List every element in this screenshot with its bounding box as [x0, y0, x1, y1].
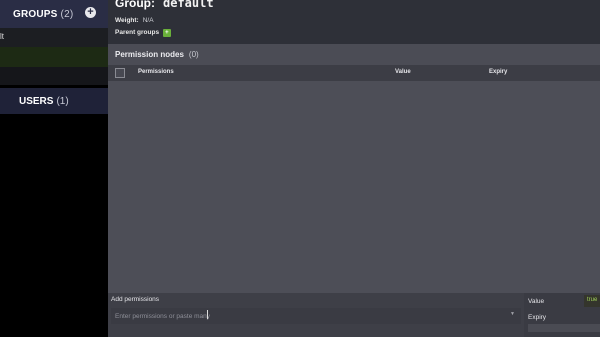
group-header: Group: default Weight: N/A Parent groups +	[108, 0, 600, 44]
permissions-title: Permission nodes (0)	[115, 50, 199, 59]
chevron-down-icon[interactable]: ▼	[510, 311, 515, 317]
permission-input[interactable]	[111, 308, 521, 324]
expiry-input[interactable]	[528, 324, 600, 332]
parents-line: Parent groups +	[115, 29, 171, 37]
group-item-default[interactable]: lt	[0, 28, 108, 47]
text-caret	[207, 310, 208, 319]
column-value[interactable]: Value	[395, 69, 411, 75]
permissions-panel: Permission nodes (0) Permissions Value Ex…	[108, 44, 600, 293]
group-list-spacer	[0, 67, 108, 85]
group-name: default	[163, 0, 214, 10]
permissions-title-label: Permission nodes	[115, 50, 184, 59]
groups-header[interactable]: GROUPS (2) +	[0, 0, 108, 28]
users-count: (1)	[56, 96, 69, 107]
groups-title: GROUPS (2)	[13, 9, 73, 20]
value-toggle[interactable]: true	[584, 295, 600, 307]
select-all-checkbox[interactable]	[115, 68, 125, 78]
sidebar: GROUPS (2) + lt USERS (1)	[0, 0, 108, 337]
weight-label: Weight:	[115, 17, 139, 24]
page-title: Group: default	[115, 0, 214, 10]
expiry-label: Expiry	[528, 314, 547, 321]
value-expiry-panel: Value true Expiry	[524, 293, 600, 337]
permissions-table-body	[108, 81, 600, 293]
groups-count: (2)	[60, 9, 74, 20]
groups-title-label: GROUPS	[13, 9, 58, 20]
add-parent-button[interactable]: +	[163, 29, 171, 37]
group-item-selected[interactable]	[0, 47, 108, 67]
weight-value: N/A	[142, 17, 154, 24]
users-title-label: USERS	[19, 96, 54, 107]
permissions-count: (0)	[188, 50, 199, 59]
weight-line: Weight: N/A	[115, 17, 154, 24]
parents-label: Parent groups	[115, 29, 160, 36]
add-permissions-label: Add permissions	[111, 296, 160, 303]
group-title-label: Group:	[115, 0, 155, 10]
permissions-table-header: Permissions Value Expiry	[108, 65, 600, 81]
users-title: USERS (1)	[19, 96, 69, 107]
column-permissions[interactable]: Permissions	[138, 69, 174, 75]
users-header[interactable]: USERS (1)	[0, 88, 108, 114]
group-item-label: lt	[0, 32, 4, 41]
add-permissions-panel: Add permissions ▼	[108, 293, 524, 337]
add-group-icon[interactable]: +	[85, 7, 96, 18]
value-label: Value	[528, 298, 545, 305]
column-expiry[interactable]: Expiry	[489, 69, 507, 75]
